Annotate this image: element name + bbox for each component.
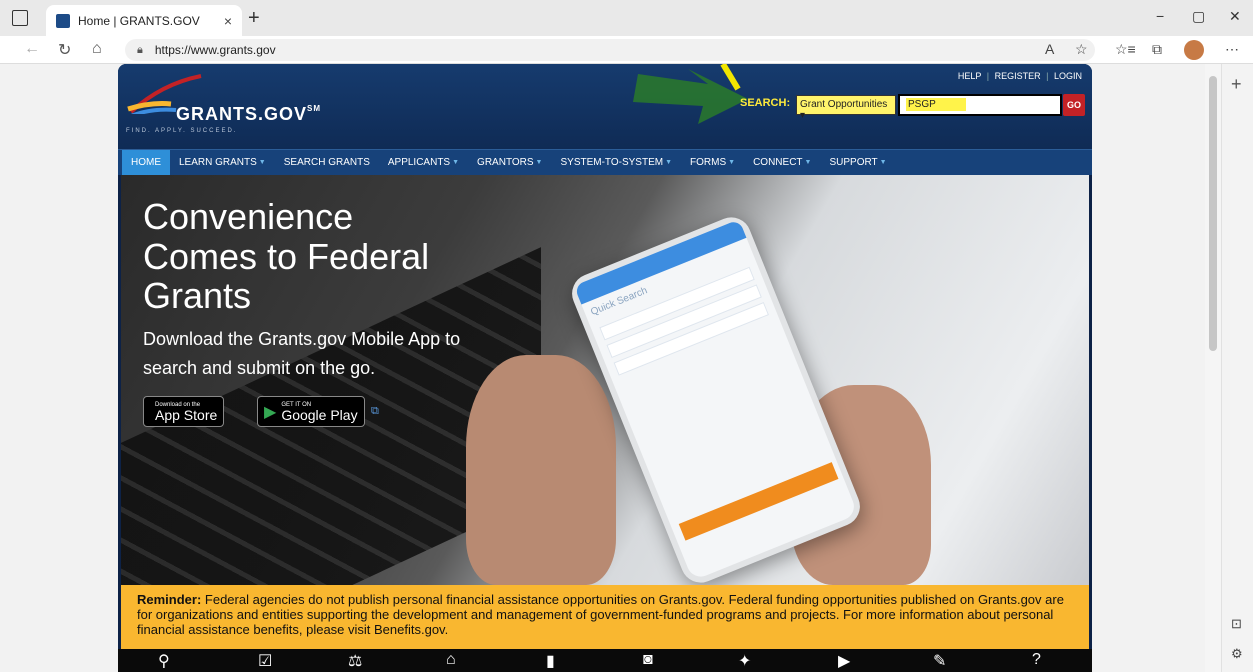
reload-button[interactable]: ↻ [58, 40, 71, 60]
annotation-arrow-icon [633, 64, 748, 124]
service-mark: SM [307, 104, 322, 113]
binoculars-icon[interactable]: ⚲ [158, 651, 170, 671]
twitter-icon[interactable]: ✦ [738, 651, 751, 671]
reminder-lead: Reminder: [137, 592, 202, 607]
login-link[interactable]: LOGIN [1054, 71, 1082, 81]
caret-down-icon: ▼ [728, 159, 736, 166]
blog-icon[interactable]: ✎ [933, 651, 946, 671]
logo-text[interactable]: GRANTS.GOVSM [176, 104, 321, 125]
search-input-value: PSGP [906, 98, 966, 111]
favorites-icon[interactable]: ☆≡ [1115, 41, 1136, 58]
home-button[interactable]: ⌂ [92, 40, 102, 58]
nav-system-to-system[interactable]: SYSTEM-TO-SYSTEM ▼ [551, 150, 681, 176]
hand-image [466, 355, 616, 585]
search-go-button[interactable]: GO [1063, 94, 1085, 116]
address-toolbar: ← ↻ ⌂ 🔒︎ https://www.grants.gov A ☆ ☆≡ ⧉… [0, 36, 1253, 64]
scales-icon[interactable]: ⚖ [348, 651, 362, 671]
caret-down-icon: ▼ [258, 159, 266, 166]
maximize-button[interactable]: ▢ [1192, 8, 1205, 25]
nav-search-grants[interactable]: SEARCH GRANTS [275, 150, 379, 176]
reminder-banner: Reminder: Federal agencies do not publis… [121, 585, 1089, 649]
sidebar-add-icon[interactable]: + [1231, 74, 1242, 95]
window-close-button[interactable]: ✕ [1229, 8, 1241, 25]
google-play-button[interactable]: ▶ GET IT ON Google Play [257, 396, 365, 427]
lock-icon[interactable]: 🔒︎ [137, 44, 143, 57]
read-aloud-icon[interactable]: A [1045, 41, 1054, 57]
new-tab-button[interactable]: + [248, 7, 260, 30]
nav-forms[interactable]: FORMS ▼ [681, 150, 744, 176]
shield-icon[interactable]: ▮ [546, 651, 555, 671]
settings-menu-icon[interactable]: ⋯ [1225, 41, 1239, 58]
nav-connect[interactable]: CONNECT ▼ [744, 150, 820, 176]
sidebar-panel-icon[interactable]: ⊡ [1231, 616, 1242, 632]
profile-avatar[interactable] [1184, 40, 1204, 60]
caret-down-icon: ▼ [804, 159, 812, 166]
collections-icon[interactable]: ⧉ [1152, 41, 1162, 58]
nav-home[interactable]: HOME [122, 149, 170, 176]
url-text: https://www.grants.gov [154, 43, 276, 57]
vertical-scrollbar[interactable] [1205, 64, 1221, 672]
favicon-icon [56, 13, 70, 28]
top-links: HELP | REGISTER | LOGIN [957, 71, 1082, 81]
nav-learn-grants[interactable]: LEARN GRANTS ▼ [170, 150, 275, 176]
grants-site: HELP | REGISTER | LOGIN GRANTS.GOVSM FIN… [118, 64, 1092, 672]
reminder-text: Federal agencies do not publish personal… [137, 592, 1064, 637]
address-input[interactable]: 🔒︎ https://www.grants.gov [125, 39, 1095, 61]
nav-support[interactable]: SUPPORT ▼ [820, 150, 895, 176]
caret-down-icon: ▼ [879, 159, 887, 166]
nav-grantors[interactable]: GRANTORS ▼ [468, 150, 551, 176]
browser-tab[interactable]: Home | GRANTS.GOV × [46, 5, 242, 36]
google-play-icon: ▶ [264, 403, 277, 421]
favorite-star-icon[interactable]: ☆ [1075, 41, 1088, 58]
search-category-select[interactable]: Grant Opportunities ▾ [796, 95, 896, 121]
rss-icon[interactable]: ◙ [643, 651, 653, 669]
sidebar-settings-icon[interactable]: ⚙ [1231, 646, 1243, 662]
footer-icon-bar: ⚲ ☑ ⚖ ⌂ ▮ ◙ ✦ ▶ ✎ ? [118, 649, 1092, 672]
search-input[interactable]: PSGP [898, 94, 1062, 116]
help-link[interactable]: HELP [958, 71, 981, 81]
minimize-button[interactable]: − [1156, 8, 1164, 24]
nav-applicants[interactable]: APPLICANTS ▼ [379, 150, 468, 176]
hero-subtitle: Download the Grants.gov Mobile App to se… [143, 329, 461, 378]
youtube-icon[interactable]: ▶ [838, 651, 850, 671]
search-label: SEARCH: [740, 97, 791, 109]
tab-actions-icon[interactable] [12, 10, 28, 26]
main-nav: HOME LEARN GRANTS ▼ SEARCH GRANTS APPLICA… [118, 149, 1092, 176]
back-button[interactable]: ← [24, 40, 40, 58]
tagline: FIND. APPLY. SUCCEED. [126, 128, 238, 134]
app-store-button[interactable]: Download on the App Store [143, 396, 225, 427]
checkbox-icon[interactable]: ☑ [258, 651, 272, 671]
hero-title: Convenience Comes to Federal Grants [143, 196, 430, 317]
help-icon[interactable]: ? [1032, 651, 1041, 669]
tab-close-icon[interactable]: × [224, 13, 232, 29]
page-viewport: HELP | REGISTER | LOGIN GRANTS.GOVSM FIN… [0, 64, 1205, 672]
register-link[interactable]: REGISTER [995, 71, 1041, 81]
hero-banner[interactable]: Quick Search Convenience Comes to Federa… [121, 175, 1089, 585]
caret-down-icon: ▼ [665, 159, 673, 166]
browser-sidebar: + ⊡ ⚙ [1221, 64, 1253, 672]
scroll-thumb[interactable] [1209, 76, 1217, 351]
bank-icon[interactable]: ⌂ [446, 651, 456, 669]
external-link-icon[interactable]: ⧉ [371, 405, 379, 418]
tab-title: Home | GRANTS.GOV [78, 13, 200, 28]
caret-down-icon: ▼ [535, 159, 543, 166]
site-header: HELP | REGISTER | LOGIN GRANTS.GOVSM FIN… [118, 64, 1092, 149]
caret-down-icon: ▼ [452, 159, 460, 166]
browser-tab-bar: Home | GRANTS.GOV × + − ▢ ✕ [0, 0, 1253, 36]
